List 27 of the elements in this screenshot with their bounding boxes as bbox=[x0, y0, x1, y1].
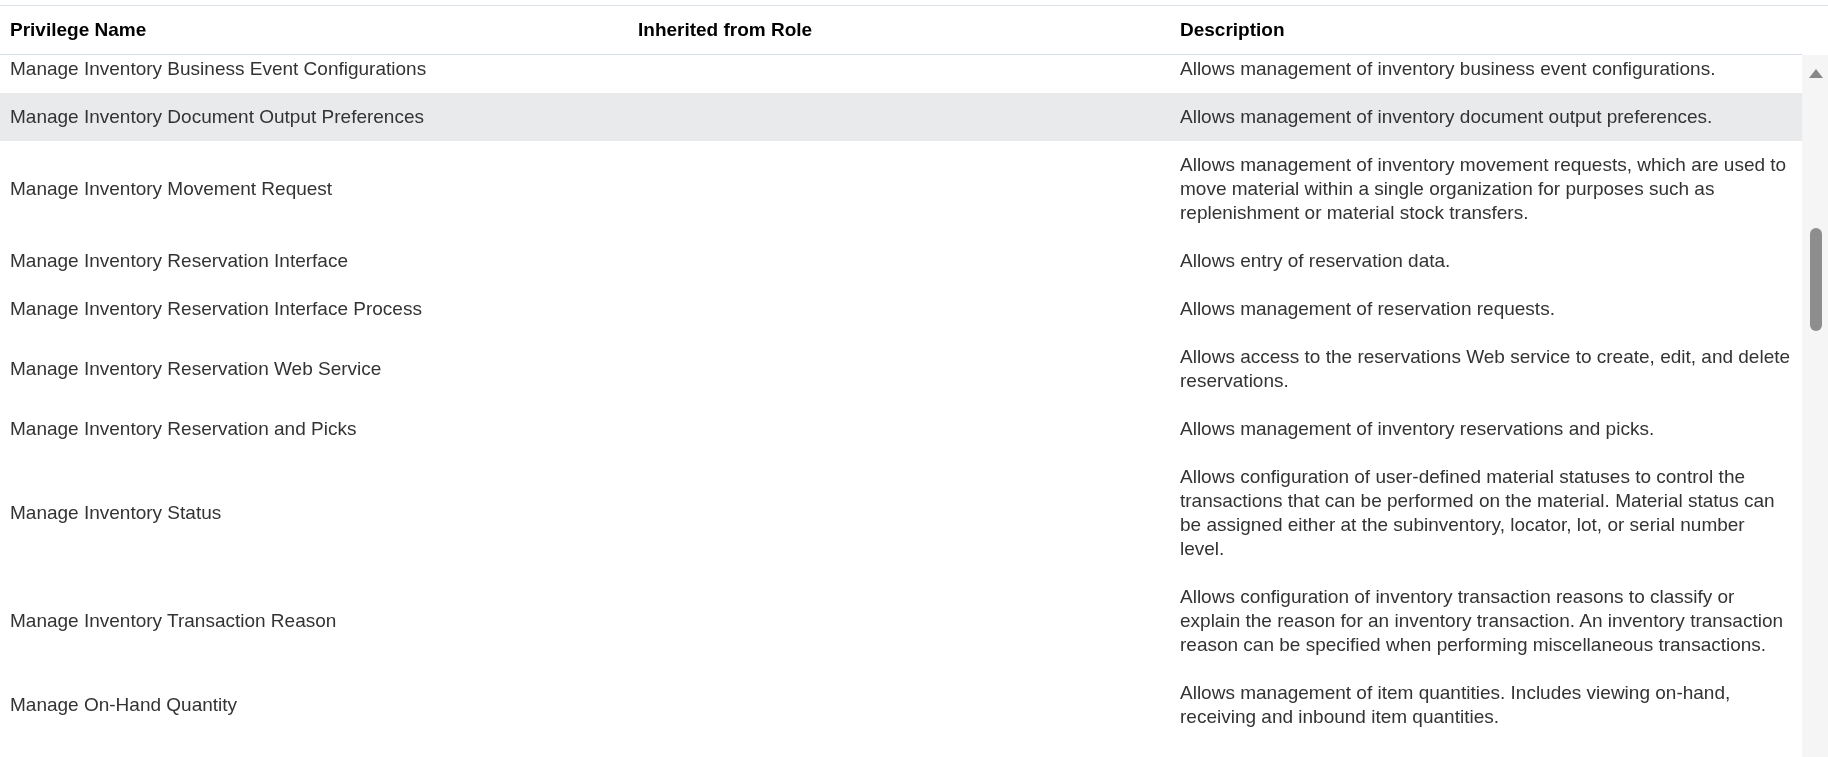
description-text: Allows management of inventory document output preferences. bbox=[1180, 105, 1714, 129]
description-text: Allows management of reservation requests. bbox=[1180, 297, 1556, 321]
scroll-up-icon[interactable] bbox=[1809, 68, 1823, 78]
description-text: Allows management of inventory movement requests, which are used to move material within a single organization for purposes such as replenishment or material stock transfers. bbox=[1180, 153, 1788, 225]
privilege-name: Manage Inventory Business Event Configurations bbox=[10, 58, 427, 79]
description-text: Allows configuration of inventory transaction reasons to classify or explain the reason for an inventory transaction. An inventory transaction reason can be specified when performing miscellaneous transactions. bbox=[1180, 585, 1785, 657]
description-text: Allows management of inventory reservations and picks. bbox=[1180, 417, 1656, 441]
column-header[interactable]: Inherited from Role bbox=[628, 15, 1170, 45]
scrollbar[interactable] bbox=[1802, 55, 1828, 757]
column-header[interactable]: Description bbox=[1170, 15, 1802, 45]
privilege-name: Manage Inventory Reservation Interface bbox=[10, 250, 348, 271]
description-text: Allows management of item quantities. Includes viewing on-hand, receiving and inbound item quantities. bbox=[1180, 681, 1732, 729]
table-row[interactable]: Manage Inventory Document Output Preferences Allows management of inventory document output preferences. bbox=[0, 93, 1802, 141]
description-text: Allows entry of reservation data. bbox=[1180, 249, 1452, 273]
description-text: Allows access to the reservations Web service to create, edit, and delete reservations. bbox=[1180, 345, 1792, 393]
privilege-name: Manage Inventory Reservation Web Service bbox=[10, 358, 382, 379]
description-text: Allows configuration of user-defined material statuses to control the transactions that can be performed on the material. Material status can be assigned either at the subinventory, locator, lot, or serial number level. bbox=[1180, 465, 1776, 561]
privilege-name: Manage Inventory Document Output Preferences bbox=[10, 106, 424, 127]
column-header[interactable]: Privilege Name bbox=[0, 15, 628, 45]
description-text: Allows management of inventory business event configurations. bbox=[1180, 57, 1717, 81]
privilege-name: Manage On-Hand Quantity bbox=[10, 694, 238, 715]
privilege-name: Manage Inventory Movement Request bbox=[10, 178, 333, 199]
privilege-name: Manage Inventory Reservation and Picks bbox=[10, 418, 357, 439]
scrollbar-thumb[interactable] bbox=[1810, 228, 1822, 331]
privilege-name: Manage Inventory Reservation Interface Process bbox=[10, 298, 422, 319]
privilege-name: Manage Inventory Transaction Reason bbox=[10, 610, 337, 631]
privilege-name: Manage Inventory Status bbox=[10, 502, 222, 523]
